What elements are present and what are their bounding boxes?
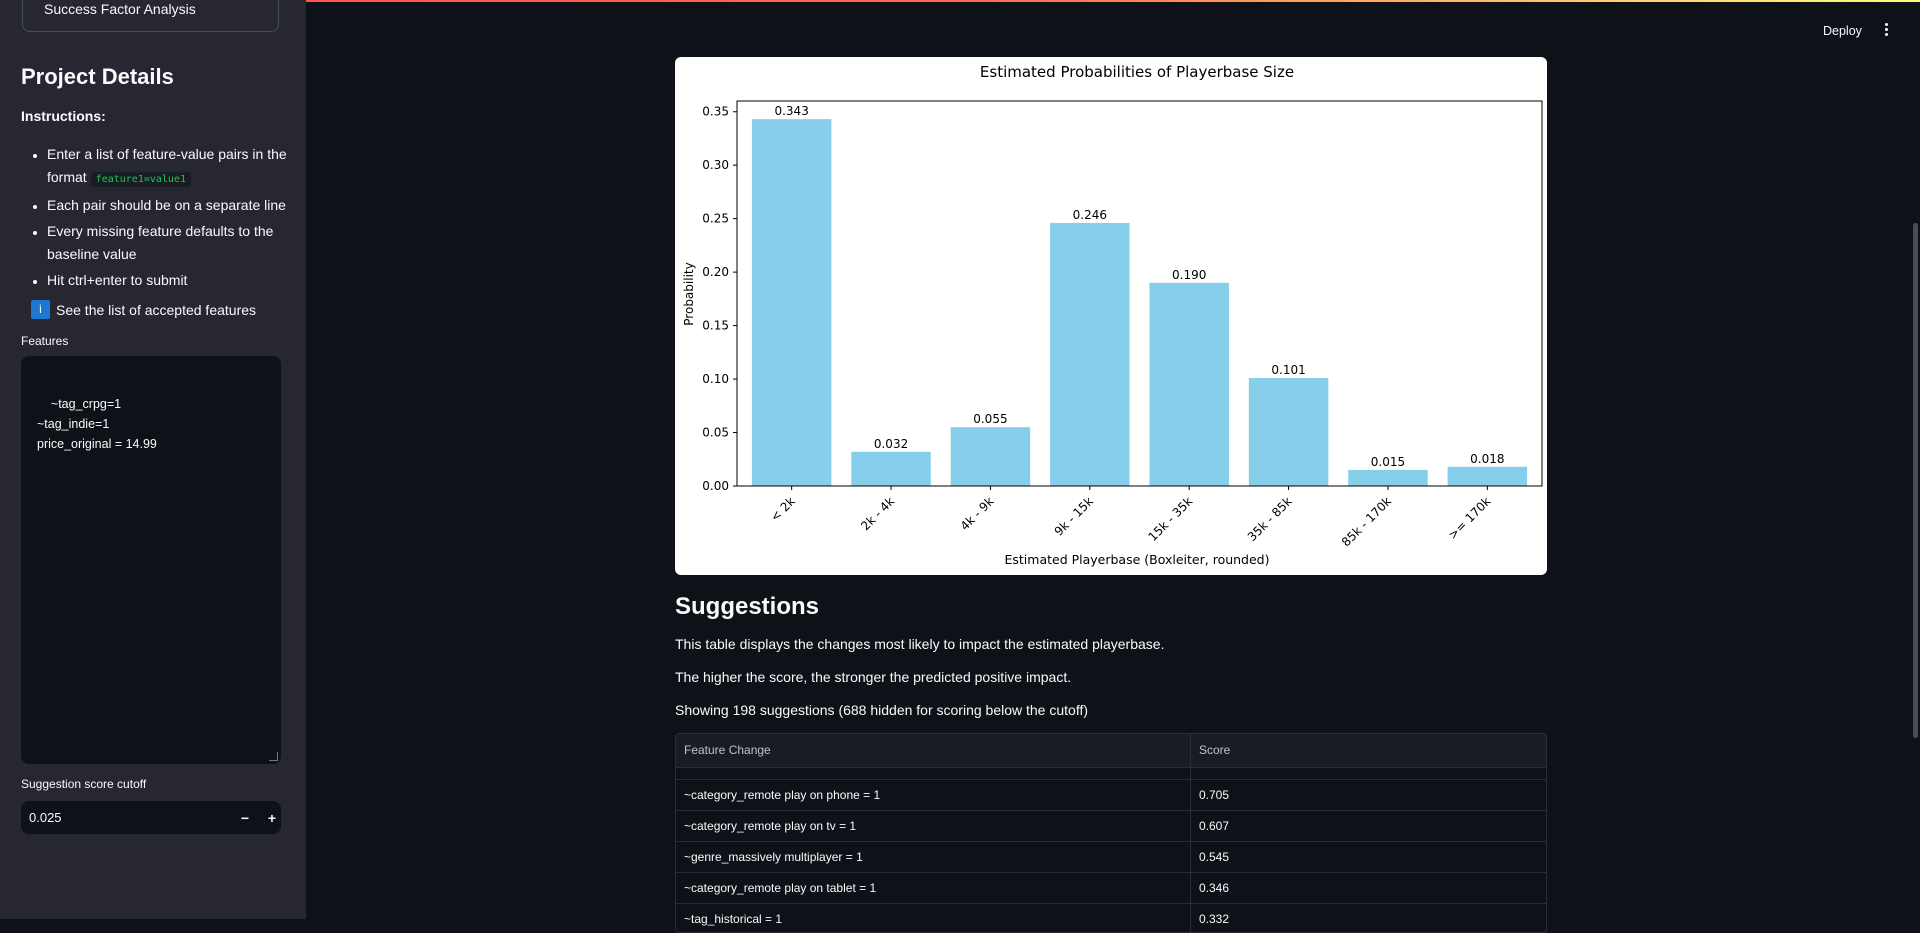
y-tick-label: 0.15 (702, 319, 729, 333)
bar (851, 451, 931, 486)
x-tick-label: >= 170k (1446, 494, 1494, 542)
suggestions-title: Suggestions (675, 593, 820, 620)
playerbase-chart: Estimated Probabilities of Playerbase Si… (675, 57, 1547, 575)
instruction-item: Every missing feature defaults to the ba… (47, 220, 306, 266)
y-tick-label: 0.00 (702, 479, 729, 493)
table-row-partial (676, 768, 1546, 780)
accepted-features-link[interactable]: i See the list of accepted features (31, 300, 256, 319)
plot-frame (736, 100, 1543, 487)
bar (1149, 282, 1229, 486)
y-tick-label: 0.25 (702, 212, 729, 226)
table-row[interactable]: ~category_remote play on phone = 1 0.705 (676, 780, 1546, 811)
header-score[interactable]: Score (1191, 734, 1546, 767)
info-icon: i (31, 300, 50, 319)
features-text: ~tag_crpg=1 ~tag_indie=1 price_original … (37, 397, 157, 451)
y-tick-label: 0.35 (702, 105, 729, 119)
score-cell: 0.607 (1199, 819, 1230, 833)
bar-value-label: 0.055 (973, 412, 1007, 426)
y-axis-label: Probability (682, 262, 696, 325)
cutoff-stepper[interactable]: 0.025 − + (21, 801, 281, 834)
features-label: Features (21, 334, 69, 348)
y-tick-label: 0.10 (702, 372, 729, 386)
suggestions-table[interactable]: Feature Change Score ~category_remote pl… (675, 733, 1547, 933)
header-feature-change[interactable]: Feature Change (676, 734, 1191, 767)
instructions-label: Instructions: (21, 108, 106, 124)
page-scrollbar[interactable] (1913, 223, 1918, 738)
deploy-button[interactable]: Deploy (1823, 24, 1862, 38)
bar (950, 427, 1031, 486)
x-axis-label: Estimated Playerbase (Boxleiter, rounded… (1004, 552, 1269, 567)
bar-value-label: 0.101 (1271, 363, 1305, 377)
instruction-item: Hit ctrl+enter to submit (47, 269, 306, 292)
features-textarea[interactable]: ~tag_crpg=1 ~tag_indie=1 price_original … (21, 356, 281, 764)
cutoff-label: Suggestion score cutoff (21, 777, 147, 791)
feature-change-cell: ~category_remote play on tv = 1 (676, 811, 1191, 841)
sidebar-title: Project Details (21, 64, 174, 89)
bar-value-label: 0.343 (774, 104, 808, 118)
chart-svg: Estimated Probabilities of Playerbase Si… (682, 63, 1543, 567)
resize-handle[interactable] (269, 752, 278, 761)
suggestions-description: This table displays the changes most lik… (675, 636, 1165, 652)
instructions-list: Enter a list of feature-value pairs in t… (21, 143, 306, 295)
main-menu-icon[interactable] (1880, 22, 1892, 40)
bar-value-label: 0.246 (1073, 208, 1107, 222)
instruction-item: Each pair should be on a separate line (47, 194, 306, 217)
bar-value-label: 0.015 (1371, 455, 1405, 469)
sidebar-nav-item[interactable]: Success Factor Analysis (22, 0, 279, 32)
x-tick-label: 4k - 9k (958, 494, 997, 533)
increment-button[interactable]: + (261, 807, 283, 829)
x-tick-label: 15k - 35k (1146, 494, 1196, 544)
bar (1348, 469, 1428, 486)
suggestions-count: Showing 198 suggestions (688 hidden for … (675, 702, 1089, 718)
table-row[interactable]: ~category_remote play on tablet = 1 0.34… (676, 873, 1546, 904)
feature-change-cell: ~category_remote play on phone = 1 (676, 780, 1191, 810)
x-tick-label: 9k - 15k (1052, 494, 1096, 538)
x-tick-label: 2k - 4k (858, 494, 897, 533)
y-tick-label: 0.05 (702, 426, 729, 440)
suggestions-score-note: The higher the score, the stronger the p… (675, 669, 1072, 685)
x-tick-label: 35k - 85k (1245, 494, 1295, 544)
sidebar: Success Factor Analysis Project Details … (0, 0, 306, 919)
bar-value-label: 0.018 (1470, 452, 1504, 466)
feature-change-cell: ~genre_massively multiplayer = 1 (676, 842, 1191, 872)
score-cell: 0.346 (1199, 881, 1230, 895)
bar (751, 119, 832, 487)
accepted-features-label: See the list of accepted features (56, 301, 257, 318)
x-tick-label: 85k - 170k (1339, 494, 1394, 549)
score-cell: 0.705 (1199, 788, 1230, 802)
cutoff-input[interactable]: 0.025 (29, 810, 62, 825)
y-tick-label: 0.30 (702, 158, 729, 172)
instruction-item: Enter a list of feature-value pairs in t… (47, 143, 306, 191)
format-code: feature1=value1 (90, 172, 191, 187)
table-row[interactable]: ~category_remote play on tv = 1 0.607 (676, 811, 1546, 842)
score-cell: 0.545 (1199, 850, 1230, 864)
bar (1248, 377, 1329, 486)
bar (1447, 466, 1528, 486)
table-header: Feature Change Score (676, 734, 1546, 768)
feature-change-cell: ~category_remote play on tablet = 1 (676, 873, 1191, 903)
bar-value-label: 0.032 (874, 437, 908, 451)
table-row[interactable]: ~genre_massively multiplayer = 1 0.545 (676, 842, 1546, 873)
bar-value-label: 0.190 (1172, 268, 1206, 282)
chart-title: Estimated Probabilities of Playerbase Si… (980, 63, 1294, 81)
x-tick-label: < 2k (768, 494, 798, 524)
decrement-button[interactable]: − (234, 807, 256, 829)
bar (1050, 222, 1130, 486)
sidebar-nav-label: Success Factor Analysis (44, 1, 196, 17)
y-tick-label: 0.20 (702, 265, 729, 279)
